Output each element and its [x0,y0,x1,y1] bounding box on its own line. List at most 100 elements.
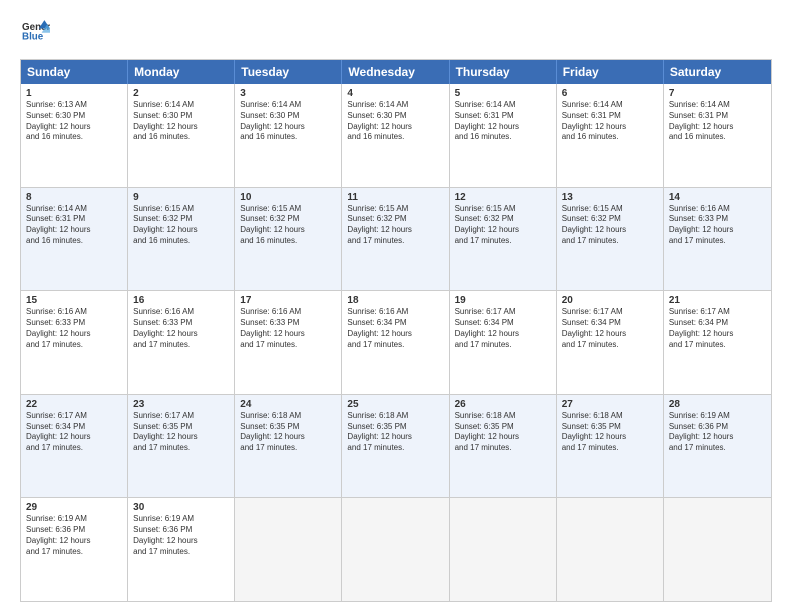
day-cell-5: 5Sunrise: 6:14 AMSunset: 6:31 PMDaylight… [450,84,557,187]
day-info: Sunrise: 6:19 AMSunset: 6:36 PMDaylight:… [133,514,229,557]
day-info: Sunrise: 6:16 AMSunset: 6:33 PMDaylight:… [240,307,336,350]
day-cell-11: 11Sunrise: 6:15 AMSunset: 6:32 PMDayligh… [342,188,449,291]
header-day-friday: Friday [557,60,664,84]
logo: General Blue [20,18,50,51]
empty-cell [450,498,557,601]
header-day-wednesday: Wednesday [342,60,449,84]
day-cell-13: 13Sunrise: 6:15 AMSunset: 6:32 PMDayligh… [557,188,664,291]
calendar-header: SundayMondayTuesdayWednesdayThursdayFrid… [21,60,771,84]
day-info: Sunrise: 6:14 AMSunset: 6:30 PMDaylight:… [347,100,443,143]
day-number: 2 [133,88,229,99]
day-number: 22 [26,399,122,410]
day-number: 23 [133,399,229,410]
day-cell-29: 29Sunrise: 6:19 AMSunset: 6:36 PMDayligh… [21,498,128,601]
day-cell-24: 24Sunrise: 6:18 AMSunset: 6:35 PMDayligh… [235,395,342,498]
day-number: 11 [347,192,443,203]
day-cell-7: 7Sunrise: 6:14 AMSunset: 6:31 PMDaylight… [664,84,771,187]
day-cell-8: 8Sunrise: 6:14 AMSunset: 6:31 PMDaylight… [21,188,128,291]
header-day-thursday: Thursday [450,60,557,84]
day-cell-19: 19Sunrise: 6:17 AMSunset: 6:34 PMDayligh… [450,291,557,394]
day-number: 4 [347,88,443,99]
day-info: Sunrise: 6:14 AMSunset: 6:30 PMDaylight:… [133,100,229,143]
day-cell-12: 12Sunrise: 6:15 AMSunset: 6:32 PMDayligh… [450,188,557,291]
day-info: Sunrise: 6:18 AMSunset: 6:35 PMDaylight:… [240,411,336,454]
empty-cell [235,498,342,601]
day-cell-25: 25Sunrise: 6:18 AMSunset: 6:35 PMDayligh… [342,395,449,498]
day-number: 25 [347,399,443,410]
day-number: 7 [669,88,766,99]
logo-icon: General Blue [22,18,50,46]
day-number: 26 [455,399,551,410]
day-info: Sunrise: 6:16 AMSunset: 6:33 PMDaylight:… [669,204,766,247]
day-info: Sunrise: 6:15 AMSunset: 6:32 PMDaylight:… [562,204,658,247]
day-cell-16: 16Sunrise: 6:16 AMSunset: 6:33 PMDayligh… [128,291,235,394]
day-cell-3: 3Sunrise: 6:14 AMSunset: 6:30 PMDaylight… [235,84,342,187]
day-info: Sunrise: 6:19 AMSunset: 6:36 PMDaylight:… [26,514,122,557]
day-number: 17 [240,295,336,306]
day-number: 27 [562,399,658,410]
day-info: Sunrise: 6:19 AMSunset: 6:36 PMDaylight:… [669,411,766,454]
day-cell-2: 2Sunrise: 6:14 AMSunset: 6:30 PMDaylight… [128,84,235,187]
day-info: Sunrise: 6:17 AMSunset: 6:34 PMDaylight:… [669,307,766,350]
day-cell-14: 14Sunrise: 6:16 AMSunset: 6:33 PMDayligh… [664,188,771,291]
day-number: 29 [26,502,122,513]
day-cell-18: 18Sunrise: 6:16 AMSunset: 6:34 PMDayligh… [342,291,449,394]
day-number: 15 [26,295,122,306]
day-info: Sunrise: 6:18 AMSunset: 6:35 PMDaylight:… [347,411,443,454]
day-cell-10: 10Sunrise: 6:15 AMSunset: 6:32 PMDayligh… [235,188,342,291]
day-info: Sunrise: 6:16 AMSunset: 6:33 PMDaylight:… [133,307,229,350]
day-info: Sunrise: 6:18 AMSunset: 6:35 PMDaylight:… [562,411,658,454]
day-number: 5 [455,88,551,99]
day-number: 10 [240,192,336,203]
day-number: 12 [455,192,551,203]
day-cell-4: 4Sunrise: 6:14 AMSunset: 6:30 PMDaylight… [342,84,449,187]
empty-cell [664,498,771,601]
day-cell-20: 20Sunrise: 6:17 AMSunset: 6:34 PMDayligh… [557,291,664,394]
day-info: Sunrise: 6:15 AMSunset: 6:32 PMDaylight:… [133,204,229,247]
day-info: Sunrise: 6:18 AMSunset: 6:35 PMDaylight:… [455,411,551,454]
day-info: Sunrise: 6:14 AMSunset: 6:31 PMDaylight:… [669,100,766,143]
calendar-week-1: 1Sunrise: 6:13 AMSunset: 6:30 PMDaylight… [21,84,771,187]
day-info: Sunrise: 6:13 AMSunset: 6:30 PMDaylight:… [26,100,122,143]
day-number: 19 [455,295,551,306]
day-number: 16 [133,295,229,306]
calendar: SundayMondayTuesdayWednesdayThursdayFrid… [20,59,772,602]
day-number: 3 [240,88,336,99]
day-cell-21: 21Sunrise: 6:17 AMSunset: 6:34 PMDayligh… [664,291,771,394]
day-number: 6 [562,88,658,99]
day-cell-22: 22Sunrise: 6:17 AMSunset: 6:34 PMDayligh… [21,395,128,498]
header-day-tuesday: Tuesday [235,60,342,84]
page: General Blue SundayMondayTuesdayWednesda… [0,0,792,612]
day-info: Sunrise: 6:14 AMSunset: 6:30 PMDaylight:… [240,100,336,143]
day-cell-9: 9Sunrise: 6:15 AMSunset: 6:32 PMDaylight… [128,188,235,291]
day-info: Sunrise: 6:15 AMSunset: 6:32 PMDaylight:… [347,204,443,247]
day-number: 18 [347,295,443,306]
day-info: Sunrise: 6:14 AMSunset: 6:31 PMDaylight:… [562,100,658,143]
day-info: Sunrise: 6:14 AMSunset: 6:31 PMDaylight:… [455,100,551,143]
day-number: 1 [26,88,122,99]
day-number: 8 [26,192,122,203]
day-info: Sunrise: 6:17 AMSunset: 6:35 PMDaylight:… [133,411,229,454]
day-info: Sunrise: 6:14 AMSunset: 6:31 PMDaylight:… [26,204,122,247]
day-cell-23: 23Sunrise: 6:17 AMSunset: 6:35 PMDayligh… [128,395,235,498]
header: General Blue [20,18,772,51]
empty-cell [342,498,449,601]
day-cell-17: 17Sunrise: 6:16 AMSunset: 6:33 PMDayligh… [235,291,342,394]
day-info: Sunrise: 6:17 AMSunset: 6:34 PMDaylight:… [562,307,658,350]
day-info: Sunrise: 6:17 AMSunset: 6:34 PMDaylight:… [455,307,551,350]
day-cell-6: 6Sunrise: 6:14 AMSunset: 6:31 PMDaylight… [557,84,664,187]
day-cell-30: 30Sunrise: 6:19 AMSunset: 6:36 PMDayligh… [128,498,235,601]
header-day-saturday: Saturday [664,60,771,84]
day-info: Sunrise: 6:15 AMSunset: 6:32 PMDaylight:… [455,204,551,247]
calendar-week-3: 15 Sunrise: 6:16 AMSunset: 6:33 PMDayligh… [21,290,771,394]
day-number: 13 [562,192,658,203]
calendar-body: 1Sunrise: 6:13 AMSunset: 6:30 PMDaylight… [21,84,771,601]
header-day-monday: Monday [128,60,235,84]
calendar-week-2: 8Sunrise: 6:14 AMSunset: 6:31 PMDaylight… [21,187,771,291]
day-number: 14 [669,192,766,203]
day-number: 30 [133,502,229,513]
day-cell-1: 1Sunrise: 6:13 AMSunset: 6:30 PMDaylight… [21,84,128,187]
day-number: 20 [562,295,658,306]
day-number: 9 [133,192,229,203]
day-cell-27: 27Sunrise: 6:18 AMSunset: 6:35 PMDayligh… [557,395,664,498]
